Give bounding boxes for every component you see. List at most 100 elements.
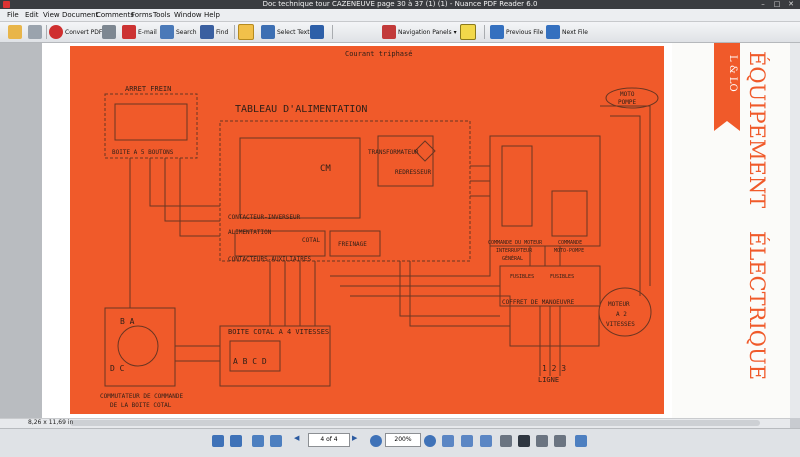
- search-button[interactable]: Search: [160, 24, 197, 40]
- label-abcd: A B C D: [233, 357, 267, 366]
- label-dc: D C: [110, 364, 125, 373]
- zoom-out-icon[interactable]: [370, 435, 382, 447]
- previous-file-icon: [490, 25, 504, 39]
- facing-pages-icon[interactable]: [536, 435, 548, 447]
- menu-window[interactable]: Window: [174, 9, 202, 21]
- highlight-icon: [460, 24, 476, 40]
- page-number-input[interactable]: 4 of 4: [308, 433, 350, 447]
- navigation-panels-icon: [382, 25, 396, 39]
- close-icon[interactable]: ✕: [784, 0, 798, 9]
- menu-edit[interactable]: Edit: [25, 9, 39, 21]
- label-arret-frein: ARRET FREIN: [125, 85, 171, 93]
- toolbar-separator: [484, 25, 485, 39]
- maximize-icon[interactable]: □: [770, 0, 784, 9]
- select-text-icon: [261, 25, 275, 39]
- toolbar-separator: [46, 25, 47, 39]
- label-tableau: TABLEAU D'ALIMENTATION: [235, 104, 367, 115]
- next-arrow-icon[interactable]: ▶: [352, 434, 357, 448]
- next-file-icon: [546, 25, 560, 39]
- window-title: Doc technique tour CAZENEUVE page 30 à 3…: [262, 0, 538, 8]
- pdf-page: Courant triphasé ARRET FREIN BOITE A 5 B…: [42, 43, 790, 418]
- folder-icon: [8, 25, 22, 39]
- label-alimentation: ALIMENTATION: [228, 229, 272, 236]
- hand-tool-button[interactable]: [238, 24, 254, 40]
- document-viewport[interactable]: Courant triphasé ARRET FREIN BOITE A 5 B…: [0, 43, 790, 418]
- right-page-heading-2: ÉLECTRIQUE: [745, 231, 769, 380]
- label-commutateur: COMMUTATEUR DE COMMANDE: [100, 393, 183, 400]
- select-text-button[interactable]: Select Text: [261, 24, 310, 40]
- single-page-icon[interactable]: [500, 435, 512, 447]
- label-ligne: LIGNE: [538, 376, 559, 384]
- actual-size-icon[interactable]: [442, 435, 454, 447]
- label-commande-moto: COMMANDE: [558, 240, 582, 246]
- find-icon: [200, 25, 214, 39]
- find-button[interactable]: Find: [200, 24, 228, 40]
- menu-help[interactable]: Help: [204, 9, 220, 21]
- email-icon: [122, 25, 136, 39]
- full-screen-icon[interactable]: [575, 435, 587, 447]
- vertical-scrollbar[interactable]: [790, 43, 800, 418]
- label-interrupteur: INTERRUPTEUR: [496, 248, 533, 254]
- highlight-button[interactable]: [460, 24, 476, 40]
- open-button[interactable]: [8, 24, 22, 40]
- label-fusibles-1: FUSIBLES: [510, 274, 534, 280]
- label-pompe: POMPE: [618, 99, 636, 106]
- label-moteur: MOTEUR: [608, 301, 630, 308]
- zoom-tool-button[interactable]: [310, 24, 324, 40]
- zoom-in-icon[interactable]: [424, 435, 436, 447]
- menu-view[interactable]: View: [43, 9, 60, 21]
- continuous-page-icon[interactable]: [518, 435, 530, 447]
- navigation-panels-button[interactable]: Navigation Panels ▾: [382, 24, 457, 40]
- status-bar: ◀ 4 of 4 ▶ 200%: [0, 428, 800, 457]
- next-file-button[interactable]: Next File: [546, 24, 588, 40]
- previous-file-button[interactable]: Previous File: [490, 24, 543, 40]
- menu-comments[interactable]: Comments: [96, 9, 134, 21]
- label-moto: MOTO: [620, 91, 635, 98]
- toolbar: Convert PDF E-mail Search Find Select Te…: [0, 22, 800, 43]
- print-button[interactable]: [102, 24, 116, 40]
- search-icon: [160, 25, 174, 39]
- convert-pdf-icon: [49, 25, 63, 39]
- previous-arrow-icon[interactable]: ◀: [294, 434, 299, 448]
- email-button[interactable]: E-mail: [122, 24, 157, 40]
- label-cotal: COTAL: [302, 237, 320, 244]
- menu-tools[interactable]: Tools: [153, 9, 170, 21]
- label-contacteurs-auxiliaires: CONTACTEURS-AUXILIAIRES: [228, 256, 311, 263]
- back-icon[interactable]: [212, 435, 224, 447]
- label-transformateur: TRANSFORMATEUR: [368, 149, 419, 156]
- label-coffret: COFFRET DE MANOEUVRE: [502, 299, 575, 306]
- fit-page-icon[interactable]: [461, 435, 473, 447]
- schematic-header: Courant triphasé: [345, 50, 412, 58]
- label-cm: CM: [320, 164, 331, 174]
- first-page-icon[interactable]: [252, 435, 264, 447]
- zoom-level-select[interactable]: 200%: [385, 433, 421, 447]
- menu-bar: File Edit View Document Comments Forms T…: [0, 9, 800, 22]
- label-commande-moteur: COMMANDE DU MOTEUR: [488, 240, 543, 246]
- toolbar-separator: [234, 25, 235, 39]
- menu-document[interactable]: Document: [62, 9, 98, 21]
- scrollbar-thumb[interactable]: [70, 420, 760, 426]
- chevron-down-icon: ▾: [453, 28, 457, 36]
- minimize-icon[interactable]: –: [756, 0, 770, 9]
- menu-file[interactable]: File: [7, 9, 19, 21]
- right-page-tag: L & LO: [727, 55, 738, 92]
- save-icon: [28, 25, 42, 39]
- zoom-tool-icon: [310, 25, 324, 39]
- continuous-facing-icon[interactable]: [554, 435, 566, 447]
- label-de-la-boite: DE LA BOITE COTAL: [110, 402, 172, 409]
- menu-forms[interactable]: Forms: [131, 9, 152, 21]
- adjacent-page: L & LO ÉQUIPEMENT ÉLECTRIQUE: [672, 43, 790, 418]
- forward-icon[interactable]: [230, 435, 242, 447]
- fit-width-icon[interactable]: [480, 435, 492, 447]
- previous-page-icon[interactable]: [270, 435, 282, 447]
- label-fusibles-2: FUSIBLES: [550, 274, 574, 280]
- horizontal-scrollbar[interactable]: [0, 418, 790, 428]
- hand-icon: [238, 24, 254, 40]
- right-page-heading-1: ÉQUIPEMENT: [745, 51, 769, 208]
- label-ligne-num: 1 2 3: [542, 364, 566, 373]
- convert-pdf-button[interactable]: Convert PDF: [49, 24, 102, 40]
- label-freinage: FREINAGE: [338, 241, 367, 248]
- label-general: GÉNÉRAL: [502, 254, 523, 262]
- save-button[interactable]: [28, 24, 42, 40]
- label-boite-cotal: BOITE COTAL A 4 VITESSES: [228, 328, 329, 336]
